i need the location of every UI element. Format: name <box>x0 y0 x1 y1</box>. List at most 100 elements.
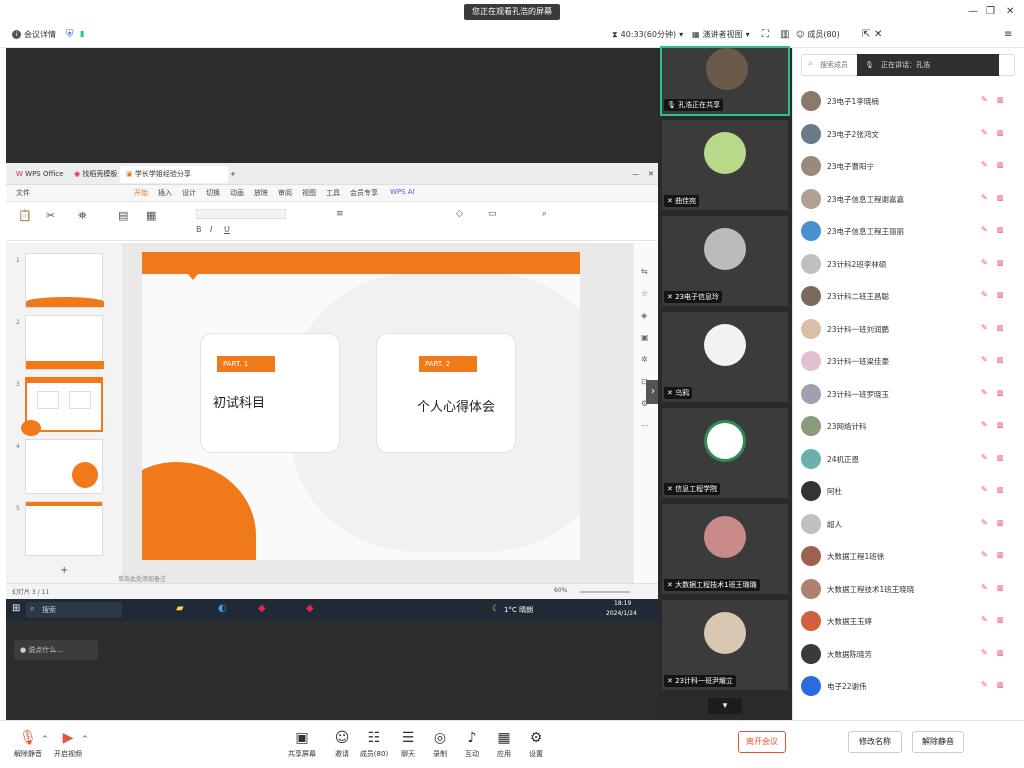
current-slide[interactable]: PART. 1 初试科目 PART. 2 个人心得体会 <box>142 252 580 560</box>
notes-hint[interactable]: 单击此处添加备注 <box>118 574 166 583</box>
find-icon[interactable]: ⌕ <box>542 209 547 219</box>
mic-muted-icon[interactable]: ✎ <box>981 648 988 657</box>
participant-row[interactable]: 23网络计科 ✎ ▥ <box>801 411 1015 441</box>
participant-row[interactable]: 23电子1李晓楠 ✎ ▥ <box>801 86 1015 116</box>
members-button[interactable]: ☺ 成员(80) <box>796 29 840 40</box>
menu-member[interactable]: 会员专享 <box>350 188 378 198</box>
participant-row[interactable]: 阿杜 ✎ ▥ <box>801 476 1015 506</box>
mic-muted-icon[interactable]: ✎ <box>981 388 988 397</box>
leave-meeting-button[interactable]: 离开会议 <box>738 731 786 753</box>
zoom-slider[interactable] <box>580 591 630 593</box>
participant-row[interactable]: 大数据工程技术1班王晓晓 ✎ ▥ <box>801 574 1015 604</box>
menu-insert[interactable]: 插入 <box>158 188 172 198</box>
menu-home[interactable]: 开始 <box>134 188 148 198</box>
slide-thumbnail[interactable] <box>25 253 104 308</box>
participant-row[interactable]: 23计科一班罗晓玉 ✎ ▥ <box>801 379 1015 409</box>
video-off-icon[interactable]: ▥ <box>997 259 1004 267</box>
layout-icon[interactable]: ▦ <box>146 209 156 222</box>
tab-wps-office[interactable]: W WPS Office <box>10 166 69 183</box>
menu-slideshow[interactable]: 放映 <box>254 188 268 198</box>
fullscreen-icon[interactable]: ⛶ <box>762 29 769 40</box>
mic-muted-icon[interactable]: ✎ <box>981 128 988 137</box>
new-slide-icon[interactable]: ▤ <box>118 209 128 222</box>
meeting-info-button[interactable]: i 会议详情 <box>12 29 56 40</box>
arrange-icon[interactable]: ▭ <box>488 209 497 219</box>
menu-icon[interactable]: ≡ <box>1004 29 1012 40</box>
video-tile[interactable]: 🎙 孔浩正在共享 <box>660 46 790 116</box>
video-tile[interactable]: ✕ 曲佳宛 <box>662 120 788 210</box>
participant-row[interactable]: 23电子曹阳宁 ✎ ▥ <box>801 151 1015 181</box>
mic-muted-icon[interactable]: ✎ <box>981 615 988 624</box>
mic-muted-icon[interactable]: ✎ <box>981 550 988 559</box>
slide-thumbnail[interactable] <box>25 315 104 370</box>
menu-animation[interactable]: 动画 <box>230 188 244 198</box>
video-off-icon[interactable]: ▥ <box>997 96 1004 104</box>
video-tile[interactable]: ✕ 23电子信息玲 <box>662 216 788 306</box>
taskbar-search[interactable]: ⌕ 搜索 <box>26 602 122 618</box>
menu-review[interactable]: 审阅 <box>278 188 292 198</box>
mic-muted-icon[interactable]: ✎ <box>981 225 988 234</box>
bold-icon[interactable]: B <box>196 225 202 234</box>
image-icon[interactable]: ▣ <box>641 333 649 342</box>
close-icon[interactable]: ✕ <box>1006 6 1014 17</box>
mic-muted-icon[interactable]: ✎ <box>981 95 988 104</box>
menu-file[interactable]: 文件 <box>16 188 30 198</box>
slide-thumbnail[interactable] <box>25 501 103 556</box>
format-painter-icon[interactable]: ⛯ <box>78 209 87 223</box>
record-button[interactable]: ◎ 录制 <box>422 729 458 759</box>
participant-row[interactable]: 23计科一班梁佳豪 ✎ ▥ <box>801 346 1015 376</box>
font-family-select[interactable] <box>196 209 286 219</box>
video-off-icon[interactable]: ▥ <box>997 226 1004 234</box>
participant-row[interactable]: 24机正恩 ✎ ▥ <box>801 444 1015 474</box>
mic-muted-icon[interactable]: ✎ <box>981 583 988 592</box>
participant-row[interactable]: 超人 ✎ ▥ <box>801 509 1015 539</box>
video-off-icon[interactable]: ▥ <box>997 486 1004 494</box>
panel-close-icon[interactable]: ✕ <box>874 29 882 40</box>
underline-icon[interactable]: U <box>224 225 230 234</box>
video-off-icon[interactable]: ▥ <box>997 519 1004 527</box>
adjust-icon[interactable]: ⇆ <box>641 267 648 276</box>
menu-design[interactable]: 设计 <box>182 188 196 198</box>
participant-row[interactable]: 23计科2班李林硕 ✎ ▥ <box>801 249 1015 279</box>
video-tile[interactable]: ✕ 大数据工程技术1班王璐璐 <box>662 504 788 594</box>
mic-muted-icon[interactable]: ✎ <box>981 518 988 527</box>
members-button[interactable]: ☷ 成员(80) <box>356 729 392 759</box>
tab-template[interactable]: ◉ 找稻壳模板 <box>68 166 123 183</box>
unmute-button[interactable]: 🎙 解除静音 <box>10 729 46 759</box>
add-slide-icon[interactable]: + <box>60 565 68 576</box>
mic-muted-icon[interactable]: ✎ <box>981 420 988 429</box>
wps-taskbar-icon[interactable]: ◆ <box>306 603 314 614</box>
video-off-icon[interactable]: ▥ <box>997 616 1004 624</box>
participant-row[interactable]: 23电子信息工程谢嘉嘉 ✎ ▥ <box>801 184 1015 214</box>
mic-muted-icon[interactable]: ✎ <box>981 160 988 169</box>
video-off-icon[interactable]: ▥ <box>997 129 1004 137</box>
apps-button[interactable]: ▦ 应用 <box>486 729 522 759</box>
chevron-up-icon[interactable]: ^ <box>82 735 88 743</box>
folder-icon[interactable]: ▰ <box>176 603 184 614</box>
member-search-input[interactable] <box>820 58 860 72</box>
mic-muted-icon[interactable]: ✎ <box>981 323 988 332</box>
zoom-level[interactable]: 60% <box>554 587 567 594</box>
participant-row[interactable]: 电子22谢伟 ✎ ▥ <box>801 671 1015 701</box>
new-tab-icon[interactable]: + <box>224 166 242 183</box>
chat-button[interactable]: ☰ 聊天 <box>390 729 426 759</box>
part2-card[interactable]: PART. 2 个人心得体会 <box>376 333 516 453</box>
video-off-icon[interactable]: ▥ <box>997 681 1004 689</box>
video-off-icon[interactable]: ▥ <box>997 454 1004 462</box>
scroll-down-chevron-icon[interactable]: ▾ <box>708 698 742 714</box>
video-tile[interactable]: ✕ 信息工程学院 <box>662 408 788 498</box>
italic-icon[interactable]: I <box>210 225 212 234</box>
mic-muted-icon[interactable]: ✎ <box>981 680 988 689</box>
mic-muted-icon[interactable]: ✎ <box>981 355 988 364</box>
menu-view[interactable]: 视图 <box>302 188 316 198</box>
app-icon[interactable]: ◆ <box>258 603 266 614</box>
video-tile[interactable]: ✕ 乌鸦 <box>662 312 788 402</box>
part1-card[interactable]: PART. 1 初试科目 <box>200 333 340 453</box>
layout-icon[interactable]: ▥ <box>780 29 789 40</box>
menu-tools[interactable]: 工具 <box>326 188 340 198</box>
more-icon[interactable]: ⋯ <box>641 421 649 430</box>
invite-button[interactable]: ☺ 邀请 <box>324 729 360 759</box>
participant-row[interactable]: 23电子2张鸿文 ✎ ▥ <box>801 119 1015 149</box>
cut-icon[interactable]: ✂ <box>46 209 55 222</box>
share-screen-button[interactable]: ▣ 共享屏幕 <box>284 729 320 759</box>
